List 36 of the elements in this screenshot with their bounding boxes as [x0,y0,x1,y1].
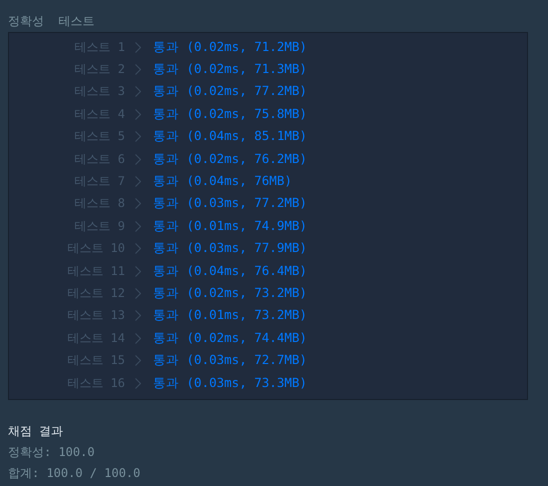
test-result: 통과 (0.02ms, 73.2MB) [153,284,307,302]
test-result: 통과 (0.02ms, 76.2MB) [153,150,307,168]
chevron-icon [135,108,141,120]
chevron-icon [135,288,141,299]
test-result: 통과 (0.02ms, 71.2MB) [153,38,307,56]
test-result: 통과 (0.01ms, 74.9MB) [153,218,307,235]
summary-line: 합계: 100.0 / 100.0 [8,465,142,482]
chevron-icon [135,64,141,76]
chevron-icon [135,355,141,366]
test-result: 통과 (0.03ms, 73.3MB) [153,374,307,392]
test-result: 통과 (0.04ms, 76MB) [153,173,292,190]
test-result: 통과 (0.03ms, 72.7MB) [153,352,307,370]
chevron-icon [135,378,141,389]
chevron-icon [135,42,141,53]
test-result: 통과 (0.03ms, 77.9MB) [153,240,307,258]
test-result: 통과 (0.02ms, 74.4MB) [153,330,307,347]
chevron-icon [135,86,141,98]
summary-title: 채점 결과 [8,423,64,440]
section-title: 정확성 테스트 [8,13,96,30]
test-result: 통과 (0.02ms, 77.2MB) [153,83,307,100]
chevron-icon [135,198,141,210]
chevron-icon [135,332,141,344]
test-result: 통과 (0.03ms, 77.2MB) [153,195,307,212]
test-result: 통과 (0.04ms, 85.1MB) [153,128,307,146]
chevron-icon [135,266,141,277]
chevron-icon [135,176,141,188]
test-result: 통과 (0.04ms, 76.4MB) [153,262,307,280]
test-result: 통과 (0.02ms, 71.3MB) [153,61,307,78]
test-result: 통과 (0.01ms, 73.2MB) [153,307,307,324]
summary-line: 정확성: 100.0 [8,444,96,462]
chevron-icon [135,154,141,165]
chevron-icon [135,310,141,322]
chevron-icon [135,131,141,142]
test-result: 통과 (0.02ms, 75.8MB) [153,106,307,123]
chevron-icon [135,243,141,254]
chevron-icon [135,220,141,232]
